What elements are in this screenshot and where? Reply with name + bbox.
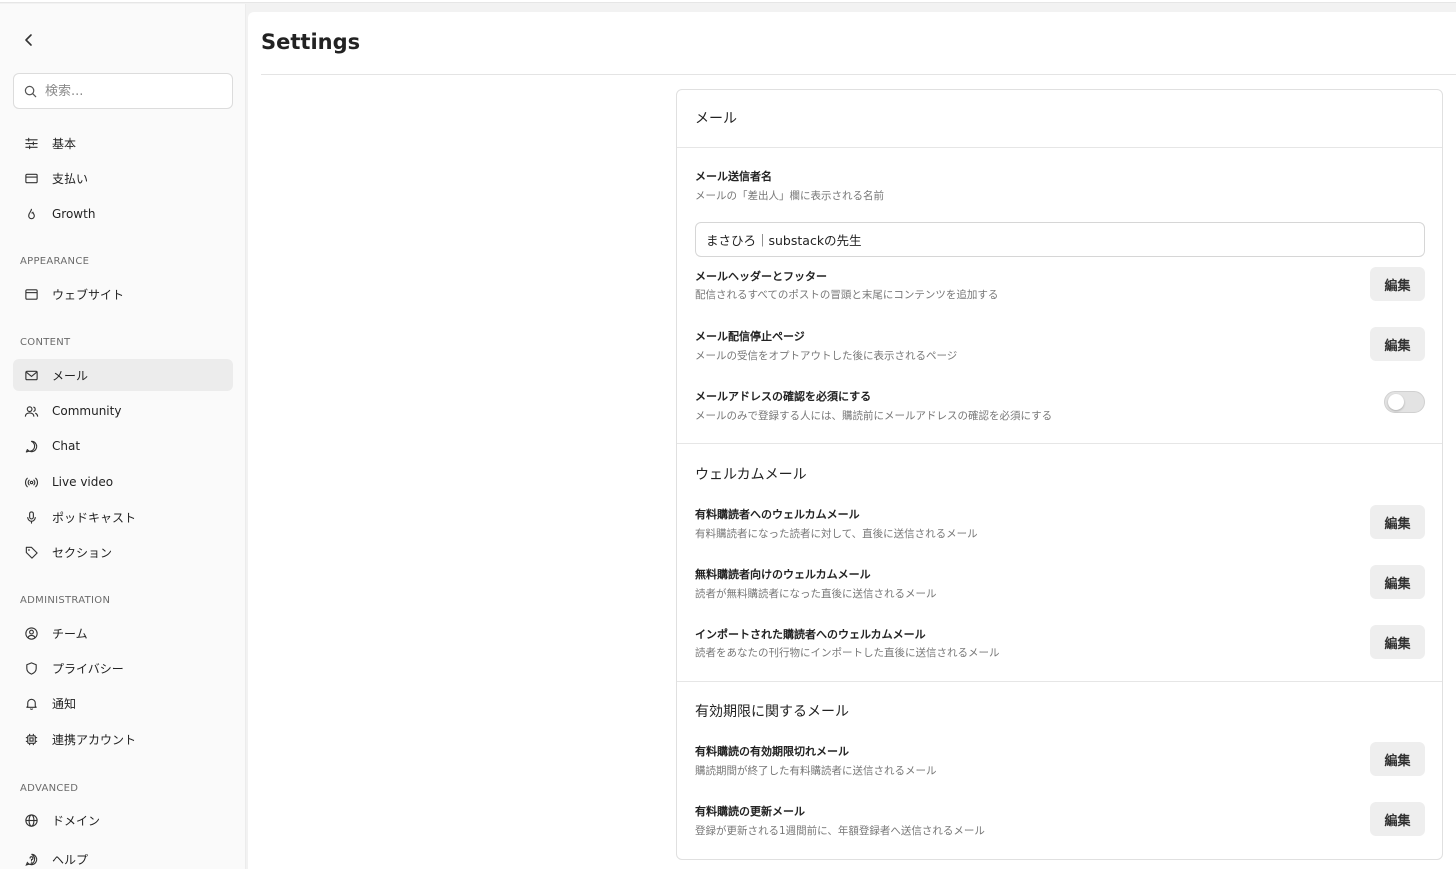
chevron-left-icon — [25, 34, 32, 46]
sidebar-item-label: ドメイン — [52, 813, 101, 828]
sidebar-item-podcast[interactable]: ポッドキャスト — [13, 501, 233, 533]
free-welcome-title: 無料購読者向けのウェルカムメール — [695, 568, 871, 581]
section-label-content: CONTENT — [20, 337, 71, 348]
section-heading-expiry: 有効期限に関するメール — [695, 704, 849, 720]
sidebar-item-chat[interactable]: Chat — [13, 430, 233, 462]
expired-desc: 購読期間が終了した有料購読者に送信されるメール — [695, 765, 937, 777]
renewal-edit-button[interactable]: 編集 — [1370, 802, 1425, 836]
sidebar-item-label: 連携アカウント — [52, 732, 137, 747]
bell-icon — [23, 695, 39, 711]
toggle-knob — [1388, 394, 1404, 410]
settings-sidebar: 基本 支払い Growth APPEARANCE ウェブサイト CONTENT … — [0, 4, 246, 869]
renewal-title: 有料購読の更新メール — [695, 805, 805, 818]
email-settings-card: メール メール送信者名 メールの「差出人」欄に表示される名前 メールヘッダーとフ… — [676, 89, 1443, 860]
sidebar-item-label: セクション — [52, 545, 113, 560]
unsubscribe-page-edit-button[interactable]: 編集 — [1370, 327, 1425, 361]
microphone-icon — [23, 509, 39, 525]
page-title: Settings — [261, 30, 361, 54]
sidebar-item-connected-accounts[interactable]: 連携アカウント — [13, 723, 233, 755]
sidebar-item-community[interactable]: Community — [13, 395, 233, 427]
expired-title: 有料購読の有効期限切れメール — [695, 745, 849, 758]
unsubscribe-page-desc: メールの受信をオプトアウトした後に表示されるページ — [695, 350, 958, 362]
sidebar-item-notifications[interactable]: 通知 — [13, 687, 233, 719]
import-welcome-edit-button[interactable]: 編集 — [1370, 625, 1425, 659]
shield-icon — [23, 660, 39, 676]
user-circle-icon — [23, 625, 39, 641]
renewal-desc: 登録が更新される1週間前に、年額登録者へ送信されるメール — [695, 825, 985, 837]
sidebar-item-privacy[interactable]: プライバシー — [13, 652, 233, 684]
window-top-edge — [0, 0, 1456, 3]
help-icon — [23, 851, 39, 867]
sliders-icon — [23, 135, 39, 151]
sidebar-item-label: ウェブサイト — [52, 287, 125, 302]
verify-email-desc: メールのみで登録する人には、購読前にメールアドレスの確認を必須にする — [695, 410, 1053, 422]
sidebar-item-label: 支払い — [52, 171, 89, 186]
mail-icon — [23, 367, 39, 383]
header-footer-title: メールヘッダーとフッター — [695, 270, 827, 283]
back-button[interactable] — [18, 28, 40, 52]
search-input[interactable] — [45, 83, 215, 99]
sidebar-item-label: 通知 — [52, 696, 77, 711]
tag-icon — [23, 544, 39, 560]
sidebar-item-live-video[interactable]: Live video — [13, 466, 233, 498]
sender-name-input[interactable] — [695, 222, 1425, 257]
credit-card-icon — [23, 170, 39, 186]
section-divider — [677, 147, 1442, 148]
paid-welcome-desc: 有料購読者になった読者に対して、直後に送信されるメール — [695, 528, 978, 540]
paid-welcome-edit-button[interactable]: 編集 — [1370, 505, 1425, 539]
chat-bubble-icon — [23, 438, 39, 454]
sidebar-search[interactable] — [13, 73, 233, 109]
chip-icon — [23, 731, 39, 747]
title-divider — [261, 74, 1456, 75]
sidebar-item-sections[interactable]: セクション — [13, 536, 233, 568]
sidebar-item-team[interactable]: チーム — [13, 617, 233, 649]
sidebar-item-label: メール — [52, 368, 89, 383]
section-heading-mail: メール — [695, 111, 737, 127]
section-heading-welcome: ウェルカムメール — [695, 467, 807, 483]
users-icon — [23, 403, 39, 419]
expired-edit-button[interactable]: 編集 — [1370, 742, 1425, 776]
sidebar-item-label: ヘルプ — [52, 852, 89, 867]
section-divider — [677, 443, 1442, 444]
sidebar-item-payments[interactable]: 支払い — [13, 162, 233, 194]
sender-name-desc: メールの「差出人」欄に表示される名前 — [695, 190, 884, 202]
sidebar-item-growth[interactable]: Growth — [13, 198, 233, 230]
import-welcome-desc: 読者をあなたの刊行物にインポートした直後に送信されるメール — [695, 647, 1000, 659]
sidebar-item-label: チーム — [52, 626, 88, 641]
section-label-advanced: ADVANCED — [20, 783, 79, 794]
sidebar-item-label: プライバシー — [52, 661, 124, 676]
settings-main: Settings メール メール送信者名 メールの「差出人」欄に表示される名前 … — [248, 12, 1456, 869]
sidebar-item-help[interactable]: ヘルプ — [13, 843, 233, 869]
browser-window-icon — [23, 286, 39, 302]
sender-name-title: メール送信者名 — [695, 170, 772, 183]
import-welcome-title: インポートされた購読者へのウェルカムメール — [695, 628, 926, 641]
verify-email-title: メールアドレスの確認を必須にする — [695, 390, 872, 403]
free-welcome-desc: 読者が無料購読者になった直後に送信されるメール — [695, 588, 937, 600]
header-footer-edit-button[interactable]: 編集 — [1370, 267, 1425, 301]
broadcast-icon — [23, 474, 39, 490]
search-icon — [24, 85, 37, 97]
sidebar-item-domain[interactable]: ドメイン — [13, 804, 233, 836]
sidebar-item-label: ポッドキャスト — [52, 510, 137, 525]
section-label-administration: ADMINISTRATION — [20, 595, 111, 606]
sidebar-item-label: Chat — [52, 439, 81, 453]
sidebar-item-label: 基本 — [52, 136, 77, 151]
header-footer-desc: 配信されるすべてのポストの冒頭と末尾にコンテンツを追加する — [695, 289, 999, 301]
section-label-appearance: APPEARANCE — [20, 256, 90, 267]
sidebar-item-label: Community — [52, 404, 122, 418]
sidebar-item-basic[interactable]: 基本 — [13, 127, 233, 159]
sidebar-item-label: Growth — [52, 207, 96, 221]
paid-welcome-title: 有料購読者へのウェルカムメール — [695, 508, 860, 521]
globe-icon — [23, 812, 39, 828]
free-welcome-edit-button[interactable]: 編集 — [1370, 565, 1425, 599]
section-divider — [677, 681, 1442, 682]
unsubscribe-page-title: メール配信停止ページ — [695, 330, 805, 343]
sidebar-item-mail[interactable]: メール — [13, 359, 233, 391]
flame-icon — [23, 206, 39, 222]
sidebar-item-label: Live video — [52, 475, 114, 489]
verify-email-toggle[interactable] — [1384, 391, 1425, 413]
sidebar-item-website[interactable]: ウェブサイト — [13, 278, 233, 310]
